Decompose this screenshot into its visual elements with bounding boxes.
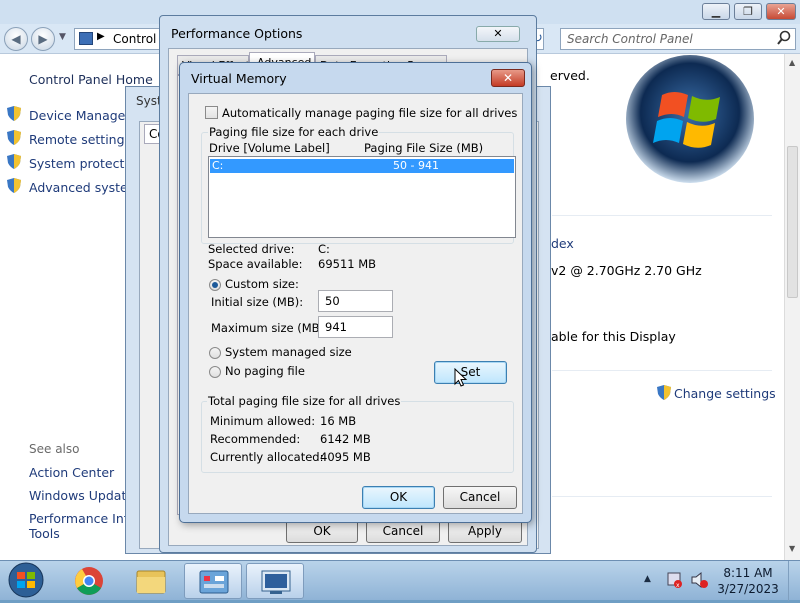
recommended-label: Recommended: [210, 432, 301, 446]
cancel-button[interactable]: Cancel [443, 486, 517, 509]
custom-size-label[interactable]: Custom size: [225, 277, 299, 291]
drive-column-header: Drive [Volume Label] [209, 141, 330, 155]
section-divider [552, 215, 772, 216]
control-panel-icon [79, 32, 93, 45]
breadcrumb-arrow-icon: ▶ [97, 31, 105, 42]
shield-icon [7, 130, 21, 148]
totals-group-label: Total paging file size for all drives [207, 394, 402, 408]
change-settings-link[interactable]: Change settings [674, 386, 776, 401]
show-desktop-button[interactable] [788, 561, 800, 601]
ok-button[interactable]: OK [362, 486, 435, 509]
vertical-scrollbar[interactable]: ▲ ▼ [784, 54, 800, 560]
chrome-icon[interactable] [60, 563, 118, 599]
shield-icon [7, 154, 21, 172]
search-input[interactable]: Search Control Panel [567, 32, 693, 46]
size-column-header: Paging File Size (MB) [364, 141, 484, 155]
experience-index-link[interactable]: dex [551, 236, 574, 251]
minimum-allowed-label: Minimum allowed: [210, 414, 316, 428]
system-managed-label[interactable]: System managed size [225, 345, 352, 359]
minimum-allowed-value: 16 MB [320, 414, 357, 428]
control-panel-home-link[interactable]: Control Panel Home [29, 72, 153, 87]
minimize-button[interactable]: ▁ [702, 3, 730, 20]
auto-manage-label[interactable]: Automatically manage paging file size fo… [222, 106, 517, 120]
system-properties-title: Syst [136, 94, 162, 108]
windows-logo [622, 55, 762, 187]
selected-drive-value: C: [318, 242, 330, 256]
auto-manage-checkbox[interactable] [205, 106, 218, 119]
shield-icon [657, 385, 671, 403]
drive-list[interactable]: C: 50 - 941 [208, 156, 516, 238]
drive-paging-size: 50 - 941 [393, 159, 439, 172]
close-button[interactable]: ✕ [476, 26, 520, 42]
recommended-value: 6142 MB [320, 432, 371, 446]
cancel-button[interactable]: Cancel [366, 520, 440, 543]
initial-size-input[interactable]: 50 [318, 290, 393, 312]
apply-button[interactable]: Apply [448, 520, 522, 543]
advanced-system-link[interactable]: Advanced system [29, 180, 140, 195]
maximize-button[interactable]: ❐ [734, 3, 762, 20]
pen-touch-value: able for this Display [551, 329, 676, 344]
close-button[interactable]: ✕ [766, 3, 796, 20]
no-paging-label[interactable]: No paging file [225, 364, 305, 378]
svg-text:x: x [676, 582, 680, 589]
close-button[interactable]: ✕ [491, 69, 525, 87]
mouse-pointer-icon [454, 367, 468, 388]
scroll-down-icon[interactable]: ▼ [789, 544, 795, 553]
currently-allocated-label: Currently allocated: [210, 450, 324, 464]
drive-letter: C: [212, 159, 224, 172]
maximum-size-label: Maximum size (MB): [211, 321, 328, 335]
copyright-text: erved. [550, 68, 590, 83]
processor-value: v2 @ 2.70GHz 2.70 GHz [551, 263, 702, 278]
search-icon[interactable] [777, 30, 791, 50]
taskbar: ▲ x 8:11 AM 3/27/2023 [0, 560, 800, 601]
maximum-size-input[interactable]: 941 [318, 316, 393, 338]
shield-icon [7, 106, 21, 124]
back-button[interactable]: ◀ [4, 27, 28, 51]
search-box[interactable]: Search Control Panel [560, 28, 796, 50]
space-available-value: 69511 MB [318, 257, 377, 271]
clock-time[interactable]: 8:11 AM [716, 566, 780, 580]
scroll-up-icon[interactable]: ▲ [789, 58, 795, 67]
forward-button[interactable]: ▶ [31, 27, 55, 51]
recent-pages-icon[interactable]: ▼ [59, 32, 66, 42]
control-panel-icon[interactable] [184, 563, 242, 599]
action-center-icon[interactable]: x [666, 571, 682, 589]
virtual-memory-client: Automatically manage paging file size fo… [188, 93, 523, 514]
action-center-link[interactable]: Action Center [29, 465, 114, 480]
remote-settings-link[interactable]: Remote settings [29, 132, 131, 147]
paging-group-label: Paging file size for each drive [208, 125, 380, 139]
device-manager-link[interactable]: Device Manager [29, 108, 131, 123]
show-hidden-icons-icon[interactable]: ▲ [644, 574, 651, 584]
start-orb[interactable] [4, 561, 48, 599]
shield-icon [7, 178, 21, 196]
virtual-memory-title: Virtual Memory [191, 71, 287, 86]
file-explorer-icon[interactable] [122, 563, 180, 599]
scroll-thumb[interactable] [787, 146, 798, 298]
see-also-heading: See also [29, 442, 80, 456]
list-item[interactable]: C: 50 - 941 [210, 159, 514, 173]
space-available-label: Space available: [208, 257, 303, 271]
windows-update-link[interactable]: Windows Update [29, 488, 134, 503]
volume-muted-icon[interactable] [690, 571, 708, 589]
custom-size-radio[interactable] [209, 279, 221, 291]
set-button[interactable]: Set [434, 361, 507, 384]
performance-options-title: Performance Options [171, 26, 303, 41]
initial-size-label: Initial size (MB): [211, 295, 304, 309]
system-properties-icon[interactable] [246, 563, 304, 599]
section-divider [552, 370, 772, 371]
currently-allocated-value: 4095 MB [320, 450, 371, 464]
clock-date[interactable]: 3/27/2023 [716, 582, 780, 596]
no-paging-radio[interactable] [209, 366, 221, 378]
selected-drive-label: Selected drive: [208, 242, 295, 256]
performance-tools-link[interactable]: Tools [29, 526, 60, 541]
virtual-memory-dialog: Virtual Memory ✕ Automatically manage pa… [179, 62, 532, 523]
section-divider [552, 496, 772, 497]
system-managed-radio[interactable] [209, 347, 221, 359]
ok-button[interactable]: OK [286, 520, 358, 543]
